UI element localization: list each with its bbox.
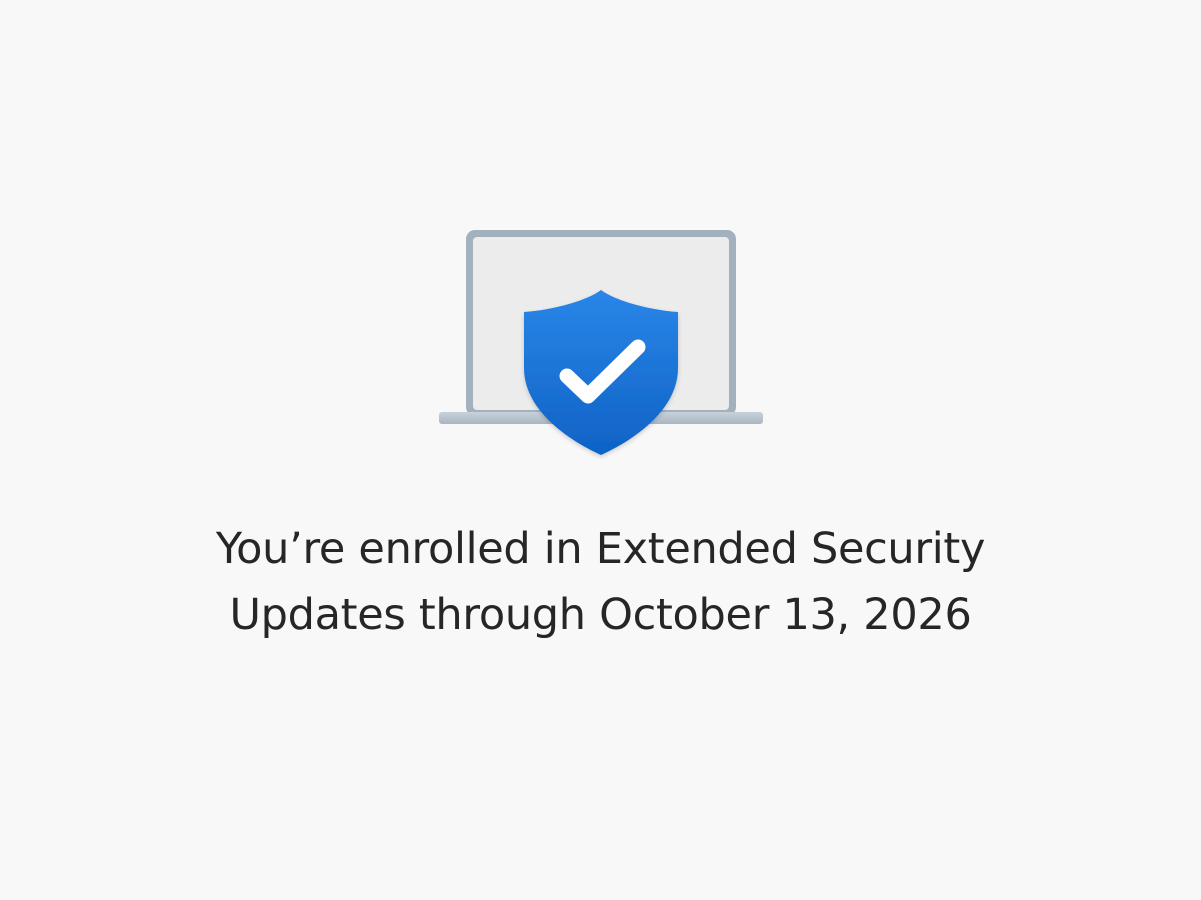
enrollment-illustration bbox=[436, 226, 766, 460]
status-line-1: You’re enrolled in Extended Security bbox=[215, 524, 986, 574]
enrollment-status-message: You’re enrolled in Extended Security Upd… bbox=[100, 516, 1101, 648]
status-line-2: Updates through October 13, 2026 bbox=[229, 590, 972, 640]
shield-icon bbox=[524, 290, 678, 455]
laptop-shield-graphic bbox=[439, 230, 763, 455]
ess-enrollment-page: You’re enrolled in Extended Security Upd… bbox=[0, 0, 1201, 900]
